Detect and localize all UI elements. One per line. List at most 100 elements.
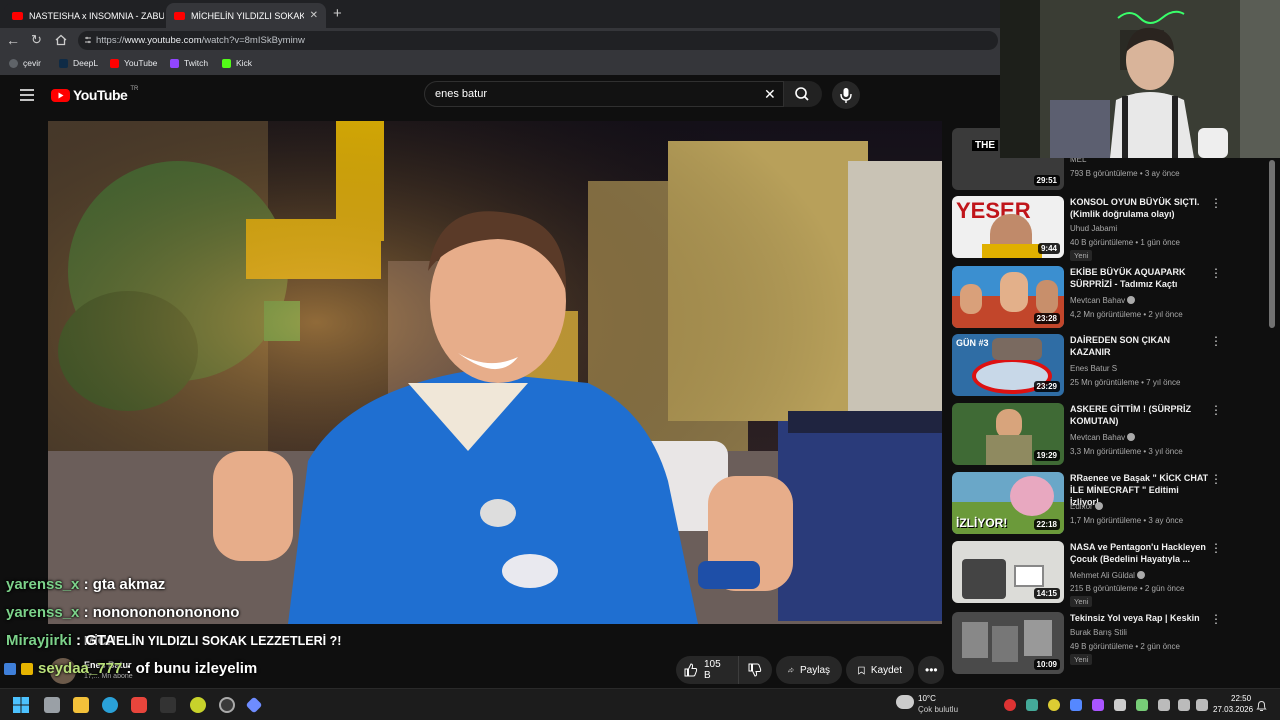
rec-channel[interactable]: Enes Batur S xyxy=(1070,364,1117,373)
rec-meta: 25 Mn görüntüleme • 7 yıl önce xyxy=(1070,378,1181,387)
rec-channel[interactable]: Edixor xyxy=(1070,502,1103,511)
rec-menu-icon[interactable]: ⋮ xyxy=(1210,197,1222,209)
app-icon[interactable] xyxy=(190,697,206,713)
video-player[interactable] xyxy=(48,121,942,624)
bookmark-twitch[interactable]: Twitch xyxy=(170,58,208,68)
rec-title[interactable]: EKİBE BÜYÜK AQUAPARK SÜRPRİZİ - Tadımız … xyxy=(1070,266,1210,290)
rec-menu-icon[interactable]: ⋮ xyxy=(1210,335,1222,347)
video-frame xyxy=(48,121,942,624)
tray-icon[interactable] xyxy=(1048,699,1060,711)
task-view-icon[interactable] xyxy=(44,697,60,713)
temperature[interactable]: 10°C xyxy=(918,694,936,703)
youtube-logo[interactable]: YouTube TR xyxy=(51,86,139,103)
voice-search-button[interactable] xyxy=(832,81,860,109)
video-thumbnail[interactable]: 19:29 xyxy=(952,403,1064,465)
tray-icon[interactable] xyxy=(1136,699,1148,711)
recommendation-item[interactable]: 19:29 ASKERE GİTTİM ! (SÜRPRİZ KOMUTAN) … xyxy=(952,403,1222,467)
close-tab-icon[interactable]: ✕ xyxy=(310,10,318,21)
reload-icon[interactable]: ↻ xyxy=(31,32,42,48)
clear-search-icon[interactable]: ✕ xyxy=(764,86,776,103)
rec-title[interactable]: NASA ve Pentagon'u Hackleyen Çocuk (Bede… xyxy=(1070,541,1210,565)
new-tab-icon[interactable]: + xyxy=(333,5,342,22)
bookmark-deepl[interactable]: DeepL xyxy=(59,58,98,68)
site-info-icon[interactable] xyxy=(84,35,92,45)
taskbar: 10°C Çok bulutlu 22:50 27.03.2026 xyxy=(0,688,1280,720)
clock-time[interactable]: 22:50 xyxy=(1231,694,1251,703)
browser-icon[interactable] xyxy=(102,697,118,713)
video-duration: 14:15 xyxy=(1033,588,1060,599)
rec-title[interactable]: KONSOL OYUN BÜYÜK SIÇTI. (Kimlik doğrula… xyxy=(1070,196,1210,220)
back-icon[interactable]: ← xyxy=(6,32,20,48)
tray-icon[interactable] xyxy=(1070,699,1082,711)
video-thumbnail[interactable]: 23:28 xyxy=(952,266,1064,328)
video-duration: 10:09 xyxy=(1033,659,1060,670)
rec-menu-icon[interactable]: ⋮ xyxy=(1210,404,1222,416)
home-icon[interactable] xyxy=(55,33,67,46)
browser-tab[interactable]: NASTEISHA x INSOMNIA - ZABUTI ✕ xyxy=(4,3,164,28)
rec-title[interactable]: ASKERE GİTTİM ! (SÜRPRİZ KOMUTAN) xyxy=(1070,403,1210,427)
rec-channel[interactable]: Burak Barış Stili xyxy=(1070,628,1127,637)
network-icon[interactable] xyxy=(1178,699,1190,711)
recommendation-item[interactable]: 14:15 NASA ve Pentagon'u Hackleyen Çocuk… xyxy=(952,541,1222,607)
region-code: TR xyxy=(130,86,139,92)
dislike-button[interactable] xyxy=(738,656,772,684)
bookmark-kick[interactable]: Kick xyxy=(222,58,252,68)
file-explorer-icon[interactable] xyxy=(73,697,89,713)
chat-text: of bunu izleyelim xyxy=(135,660,258,677)
recommendation-item[interactable]: GÜN #3 23:29 DAİREDEN SON ÇIKAN KAZANIR … xyxy=(952,334,1222,398)
bookmark-youtube[interactable]: YouTube xyxy=(110,58,157,68)
recommendation-item[interactable]: YESER 9:44 KONSOL OYUN BÜYÜK SIÇTI. (Kim… xyxy=(952,196,1222,261)
notification-bell-icon[interactable] xyxy=(1256,699,1267,711)
weather-text[interactable]: Çok bulutlu xyxy=(918,705,958,714)
url-field[interactable]: https://www.youtube.com/watch?v=8mISkBym… xyxy=(78,31,998,50)
tray-icon[interactable] xyxy=(1004,699,1016,711)
video-thumbnail[interactable]: GÜN #3 23:29 xyxy=(952,334,1064,396)
terminal-icon[interactable] xyxy=(160,697,176,713)
bookmark-cevir[interactable]: çevir xyxy=(9,58,41,68)
video-thumbnail[interactable]: İZLİYOR! 22:18 xyxy=(952,472,1064,534)
tray-icon[interactable] xyxy=(1092,699,1104,711)
like-button[interactable]: 105 B xyxy=(676,656,738,684)
recommendation-item[interactable]: 23:28 EKİBE BÜYÜK AQUAPARK SÜRPRİZİ - Ta… xyxy=(952,266,1222,330)
address-bar-row: ← ↻ https://www.youtube.com/watch?v=8mIS… xyxy=(0,28,1000,53)
video-thumbnail[interactable]: 10:09 xyxy=(952,612,1064,674)
rec-channel[interactable]: Mevtcan Bahav xyxy=(1070,433,1136,442)
recommendation-item[interactable]: İZLİYOR! 22:18 RRaenee ve Başak " KİCK C… xyxy=(952,472,1222,536)
video-thumbnail[interactable]: 14:15 xyxy=(952,541,1064,603)
clock-date[interactable]: 27.03.2026 xyxy=(1213,705,1253,714)
tray-icon[interactable] xyxy=(1114,699,1126,711)
chat-username: yarenss_x xyxy=(6,604,80,621)
youtube-app-icon[interactable] xyxy=(131,697,147,713)
recommendation-item[interactable]: 10:09 Tekinsiz Yol veya Rap | Keskin Bur… xyxy=(952,612,1222,676)
browser-tab-active[interactable]: MİCHELİN YILDIZLI SOKAK LEZZETLE ✕ xyxy=(166,3,326,28)
rec-channel[interactable]: Mevtcan Bahav xyxy=(1070,296,1136,305)
rec-title[interactable]: Tekinsiz Yol veya Rap | Keskin xyxy=(1070,612,1210,624)
rec-menu-icon[interactable]: ⋮ xyxy=(1210,473,1222,485)
rec-channel[interactable]: Mehmet Ali Güldal xyxy=(1070,571,1145,580)
tray-icon[interactable] xyxy=(1026,699,1038,711)
rec-menu-icon[interactable]: ⋮ xyxy=(1210,542,1222,554)
obs-icon[interactable] xyxy=(219,697,235,713)
rec-menu-icon[interactable]: ⋮ xyxy=(1210,613,1222,625)
more-actions-button[interactable]: ••• xyxy=(918,656,944,684)
video-thumbnail[interactable]: YESER 9:44 xyxy=(952,196,1064,258)
app-icon[interactable] xyxy=(245,696,263,714)
rec-channel[interactable]: Uhud Jabami xyxy=(1070,224,1117,233)
share-button[interactable]: Paylaş xyxy=(776,656,842,684)
speaker-icon[interactable] xyxy=(1158,699,1170,711)
rec-meta: 49 B görüntüleme • 2 gün önce xyxy=(1070,642,1180,651)
search-button[interactable] xyxy=(784,81,822,107)
verified-icon xyxy=(1094,502,1103,510)
sidebar-scrollbar[interactable] xyxy=(1269,160,1275,328)
battery-icon[interactable] xyxy=(1196,699,1208,711)
rec-menu-icon[interactable]: ⋮ xyxy=(1210,267,1222,279)
new-badge: Yeni xyxy=(1070,654,1093,665)
windows-start-icon[interactable] xyxy=(13,697,29,713)
save-button[interactable]: Kaydet xyxy=(846,656,914,684)
twitch-icon xyxy=(170,58,179,68)
menu-icon[interactable] xyxy=(20,88,34,101)
search-input[interactable]: enes batur xyxy=(424,81,784,107)
rec-title[interactable]: DAİREDEN SON ÇIKAN KAZANIR xyxy=(1070,334,1210,358)
kick-icon xyxy=(222,58,231,68)
rec-meta: 1,7 Mn görüntüleme • 3 ay önce xyxy=(1070,516,1184,525)
